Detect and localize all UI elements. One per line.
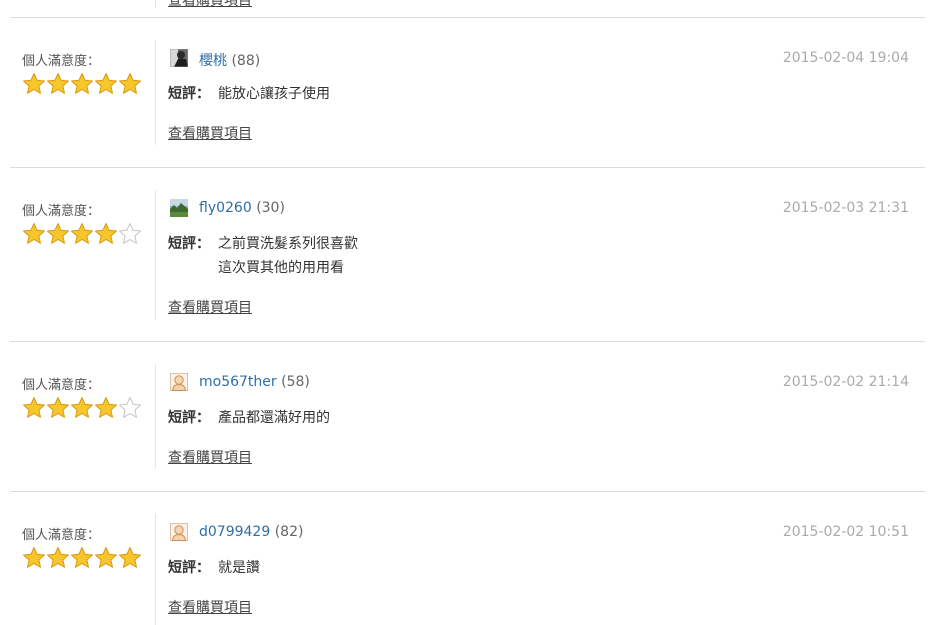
review-divider xyxy=(10,167,925,168)
user-info: mo567ther (58) xyxy=(199,374,310,390)
view-purchase-link[interactable]: 查看購買項目 xyxy=(168,297,252,317)
comment-text: 能放心讓孩子使用 xyxy=(218,86,330,102)
rating-label: 個人滿意度： xyxy=(22,54,101,69)
star-filled-icon xyxy=(23,547,45,568)
comment-label: 短評： xyxy=(168,86,210,102)
user-review-count: (88) xyxy=(231,53,261,69)
user-info: d0799429 (82) xyxy=(199,524,303,540)
user-avatar-icon[interactable] xyxy=(170,49,188,67)
username-link[interactable]: mo567ther xyxy=(199,374,277,390)
review-separator-line xyxy=(155,0,156,8)
rating-label: 個人滿意度： xyxy=(22,528,101,543)
review-date: 2015-02-02 21:14 xyxy=(782,374,909,390)
comment-label: 短評： xyxy=(168,560,210,576)
star-filled-icon xyxy=(71,547,93,568)
star-empty-icon xyxy=(119,223,141,244)
review-divider xyxy=(10,491,925,492)
star-filled-icon xyxy=(23,397,45,418)
user-avatar-icon[interactable] xyxy=(170,373,188,391)
review-separator-line xyxy=(155,514,156,625)
star-filled-icon xyxy=(47,73,69,94)
user-review-count: (82) xyxy=(274,524,304,540)
comment-label: 短評： xyxy=(168,236,210,252)
review-separator-line xyxy=(155,40,156,145)
comment-text: 產品都還滿好用的 xyxy=(218,410,330,426)
star-rating xyxy=(22,222,142,246)
username-link[interactable]: 櫻桃 xyxy=(199,53,227,69)
star-rating xyxy=(22,72,142,96)
review-date: 2015-02-03 21:31 xyxy=(782,200,909,216)
star-filled-icon xyxy=(23,73,45,94)
star-filled-icon xyxy=(95,73,117,94)
star-filled-icon xyxy=(119,73,141,94)
review-separator-line xyxy=(155,364,156,469)
star-filled-icon xyxy=(23,223,45,244)
user-review-count: (58) xyxy=(281,374,310,390)
comment-text: 就是讚 xyxy=(218,560,260,576)
star-filled-icon xyxy=(71,223,93,244)
view-purchase-link[interactable]: 查看購買項目 xyxy=(168,447,252,467)
star-rating xyxy=(22,546,142,570)
rating-label: 個人滿意度： xyxy=(22,204,101,219)
star-empty-icon xyxy=(119,397,141,418)
star-filled-icon xyxy=(47,223,69,244)
comment-text: 之前買洗髮系列很喜歡 這次買其他的用用看 xyxy=(218,236,358,276)
user-info: 櫻桃 (88) xyxy=(199,50,260,70)
user-info: fly0260 (30) xyxy=(199,200,285,216)
star-rating xyxy=(22,396,142,420)
user-review-count: (30) xyxy=(256,200,285,216)
star-filled-icon xyxy=(71,397,93,418)
star-filled-icon xyxy=(119,547,141,568)
view-purchase-link[interactable]: 查看購買項目 xyxy=(168,597,252,617)
username-link[interactable]: fly0260 xyxy=(199,200,252,216)
star-filled-icon xyxy=(95,223,117,244)
review-divider xyxy=(10,17,925,18)
comment-label: 短評： xyxy=(168,410,210,426)
username-link[interactable]: d0799429 xyxy=(199,524,270,540)
review-divider xyxy=(10,341,925,342)
star-filled-icon xyxy=(47,397,69,418)
star-filled-icon xyxy=(95,397,117,418)
star-filled-icon xyxy=(47,547,69,568)
view-purchase-link[interactable]: 查看購買項目 xyxy=(168,123,252,143)
user-avatar-icon[interactable] xyxy=(170,523,188,541)
review-separator-line xyxy=(155,190,156,320)
review-date: 2015-02-02 10:51 xyxy=(782,524,909,540)
star-filled-icon xyxy=(71,73,93,94)
review-date: 2015-02-04 19:04 xyxy=(782,50,909,66)
rating-label: 個人滿意度： xyxy=(22,378,101,393)
star-filled-icon xyxy=(95,547,117,568)
user-avatar-icon[interactable] xyxy=(170,199,188,217)
view-purchase-link[interactable]: 查看購買項目 xyxy=(168,0,252,10)
